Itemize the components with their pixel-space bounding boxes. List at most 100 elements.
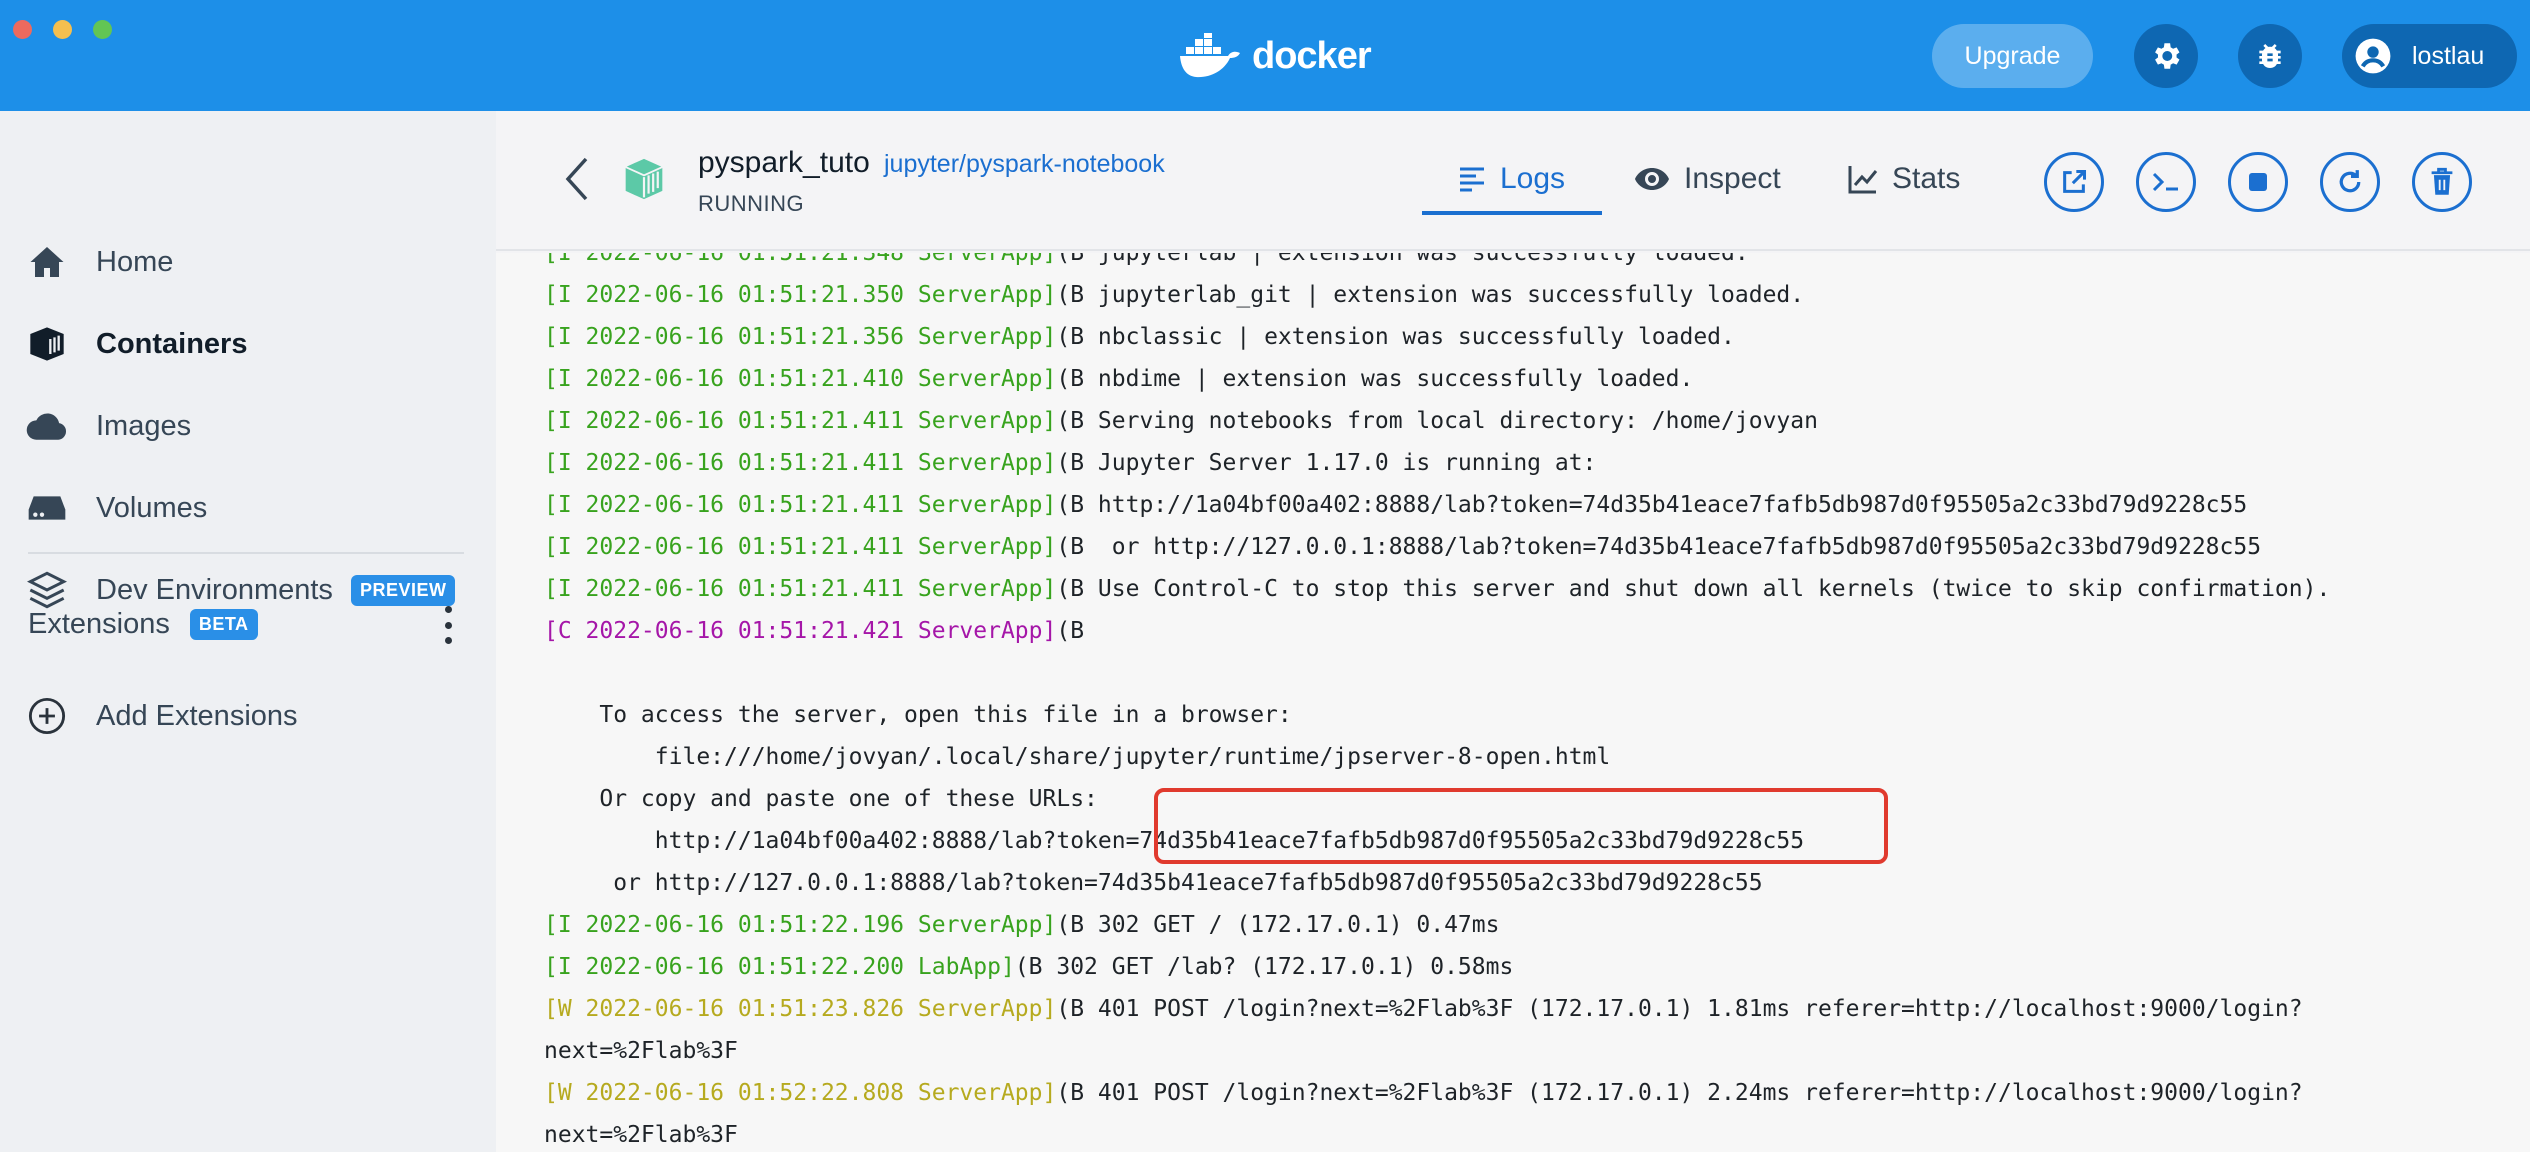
container-image-link[interactable]: jupyter/pyspark-notebook <box>884 150 1165 179</box>
log-line: [I 2022-06-16 01:51:21.411 ServerApp](B … <box>544 400 1818 442</box>
log-line-prefix: [I 2022-06-16 01:51:21.410 ServerApp] <box>544 366 1057 392</box>
log-line: [C 2022-06-16 01:51:21.421 ServerApp](B <box>544 610 1084 652</box>
log-line-prefix: [I 2022-06-16 01:51:21.411 ServerApp] <box>544 450 1057 476</box>
docker-logo: docker <box>1178 28 1372 84</box>
username-label: lostlau <box>2412 41 2485 70</box>
chart-line-icon <box>1848 166 1878 194</box>
account-button[interactable]: lostlau <box>2342 24 2517 88</box>
sidebar-item-volumes[interactable]: Volumes <box>0 473 496 543</box>
tab-label: Logs <box>1500 162 1566 195</box>
back-arrow-icon[interactable] <box>562 155 594 203</box>
log-line-message: (B Jupyter Server 1.17.0 is running at: <box>1056 450 1597 476</box>
restart-icon <box>2339 170 2361 193</box>
upgrade-button[interactable]: Upgrade <box>1932 24 2093 88</box>
container-header: pyspark_tuto jupyter/pyspark-notebook RU… <box>496 111 2530 251</box>
log-line-message: (B http://1a04bf00a402:8888/lab?token=74… <box>1056 492 2248 518</box>
log-line: next=%2Flab%3F <box>544 1030 738 1072</box>
cli-button[interactable] <box>2136 152 2196 212</box>
extensions-label: Extensions <box>28 607 170 640</box>
log-line-prefix: [C 2022-06-16 01:51:21.421 ServerApp] <box>544 618 1057 644</box>
beta-badge: BETA <box>189 608 258 640</box>
log-line-message: (B 302 GET / (172.17.0.1) 0.47ms <box>1056 912 1500 938</box>
home-icon <box>26 241 68 283</box>
log-line: [W 2022-06-16 01:52:22.808 ServerApp](B … <box>544 1072 2303 1114</box>
open-in-browser-button[interactable] <box>2044 152 2104 212</box>
more-options-icon[interactable] <box>438 606 458 644</box>
sidebar-item-images[interactable]: Images <box>0 391 496 461</box>
log-line: To access the server, open this file in … <box>544 694 1291 736</box>
delete-button[interactable] <box>2412 152 2472 212</box>
sidebar: Home Containers Images Volumes Dev Envir… <box>0 111 496 1152</box>
gear-icon <box>2155 43 2180 69</box>
log-line-message: next=%2Flab%3F <box>544 1122 738 1148</box>
add-extensions-button[interactable]: Add Extensions <box>0 681 496 751</box>
window-close-button[interactable] <box>13 20 32 39</box>
tab-inspect[interactable]: Inspect <box>1634 157 1781 201</box>
log-line: [I 2022-06-16 01:51:21.410 ServerApp](B … <box>544 358 1693 400</box>
log-line: [I 2022-06-16 01:51:21.411 ServerApp](B … <box>544 568 2330 610</box>
troubleshoot-button[interactable] <box>2238 24 2302 88</box>
log-line-message: (B <box>1056 618 1085 644</box>
tab-logs[interactable]: Logs <box>1458 157 1565 201</box>
log-line-prefix: [I 2022-06-16 01:51:21.411 ServerApp] <box>544 492 1057 518</box>
bug-icon <box>2259 44 2281 69</box>
window-zoom-button[interactable] <box>93 20 112 39</box>
log-line-message: next=%2Flab%3F <box>544 1038 738 1064</box>
restart-button[interactable] <box>2320 152 2380 212</box>
log-line-message: (B Serving notebooks from local director… <box>1056 408 1818 434</box>
log-line: [I 2022-06-16 01:51:21.350 ServerApp](B … <box>544 274 1804 316</box>
sidebar-item-label: Home <box>96 245 174 278</box>
title-bar: docker Upgrade lostlau <box>0 0 2530 111</box>
active-tab-indicator <box>1422 211 1602 215</box>
logs-icon <box>1460 167 1484 192</box>
log-line-prefix: [I 2022-06-16 01:51:22.200 LabApp] <box>544 954 1015 980</box>
window-minimize-button[interactable] <box>53 20 72 39</box>
trash-icon <box>2431 167 2453 195</box>
log-line-prefix: [I 2022-06-16 01:51:21.411 ServerApp] <box>544 408 1057 434</box>
drive-icon <box>26 487 68 529</box>
sidebar-item-home[interactable]: Home <box>0 227 496 297</box>
log-line-message: (B 302 GET /lab? (172.17.0.1) 0.58ms <box>1014 954 1514 980</box>
container-status: RUNNING <box>698 191 805 216</box>
log-line: [I 2022-06-16 01:51:21.411 ServerApp](B … <box>544 442 1596 484</box>
add-extensions-label: Add Extensions <box>96 699 298 732</box>
user-avatar-icon <box>2355 38 2391 74</box>
container-name: pyspark_tuto <box>698 146 870 179</box>
log-output[interactable]: next=%2Flab%3F [W 2022-06-16 01:52:22.808… <box>496 253 2530 1152</box>
tab-label: Stats <box>1892 162 1961 195</box>
settings-button[interactable] <box>2134 24 2198 88</box>
log-line-prefix: [I 2022-06-16 01:51:21.348 ServerApp] <box>544 253 1057 266</box>
log-line: or http://127.0.0.1:8888/lab?token=74d35… <box>544 862 1762 904</box>
log-line-message: (B 401 POST /login?next=%2Flab%3F (172.1… <box>1056 1080 2303 1106</box>
log-line-message: (B jupyterlab | extension was successful… <box>1056 253 1749 266</box>
log-line: [W 2022-06-16 01:51:23.826 ServerApp](B … <box>544 988 2303 1030</box>
sidebar-item-label: Images <box>96 409 192 442</box>
log-line: [I 2022-06-16 01:51:21.348 ServerApp](B … <box>544 253 1749 274</box>
log-line: [I 2022-06-16 01:51:21.411 ServerApp](B … <box>544 526 2261 568</box>
log-line-prefix: [I 2022-06-16 01:51:21.356 ServerApp] <box>544 324 1057 350</box>
log-line-prefix: [I 2022-06-16 01:51:22.196 ServerApp] <box>544 912 1057 938</box>
terminal-icon <box>2152 172 2178 192</box>
sidebar-item-containers[interactable]: Containers <box>0 309 496 379</box>
log-line: [I 2022-06-16 01:51:21.411 ServerApp](B … <box>544 484 2247 526</box>
log-line-message: (B jupyterlab_git | extension was succes… <box>1056 282 1805 308</box>
log-line-prefix: [I 2022-06-16 01:51:21.350 ServerApp] <box>544 282 1057 308</box>
cloud-icon <box>26 405 68 447</box>
sidebar-item-label: Containers <box>96 327 248 360</box>
eye-icon <box>1635 168 1669 190</box>
container-status-icon <box>625 158 663 200</box>
tab-stats[interactable]: Stats <box>1848 157 1960 201</box>
open-external-icon <box>2063 169 2087 193</box>
stop-button[interactable] <box>2228 152 2288 212</box>
log-line: Or copy and paste one of these URLs: <box>544 778 1098 820</box>
log-line: [I 2022-06-16 01:51:22.196 ServerApp](B … <box>544 904 1499 946</box>
sidebar-item-label: Volumes <box>96 491 208 524</box>
log-line: [I 2022-06-16 01:51:22.200 LabApp](B 302… <box>544 946 1513 988</box>
token-highlight-box <box>1154 788 1888 864</box>
log-line-prefix: [I 2022-06-16 01:51:21.411 ServerApp] <box>544 534 1057 560</box>
stop-icon <box>2249 173 2267 191</box>
extensions-header: Extensions BETA <box>28 594 468 654</box>
brand-text: docker <box>1252 34 1372 77</box>
log-line-message: (B 401 POST /login?next=%2Flab%3F (172.1… <box>1056 996 2303 1022</box>
log-line-message: file:///home/jovyan/.local/share/jupyter… <box>544 744 1611 770</box>
